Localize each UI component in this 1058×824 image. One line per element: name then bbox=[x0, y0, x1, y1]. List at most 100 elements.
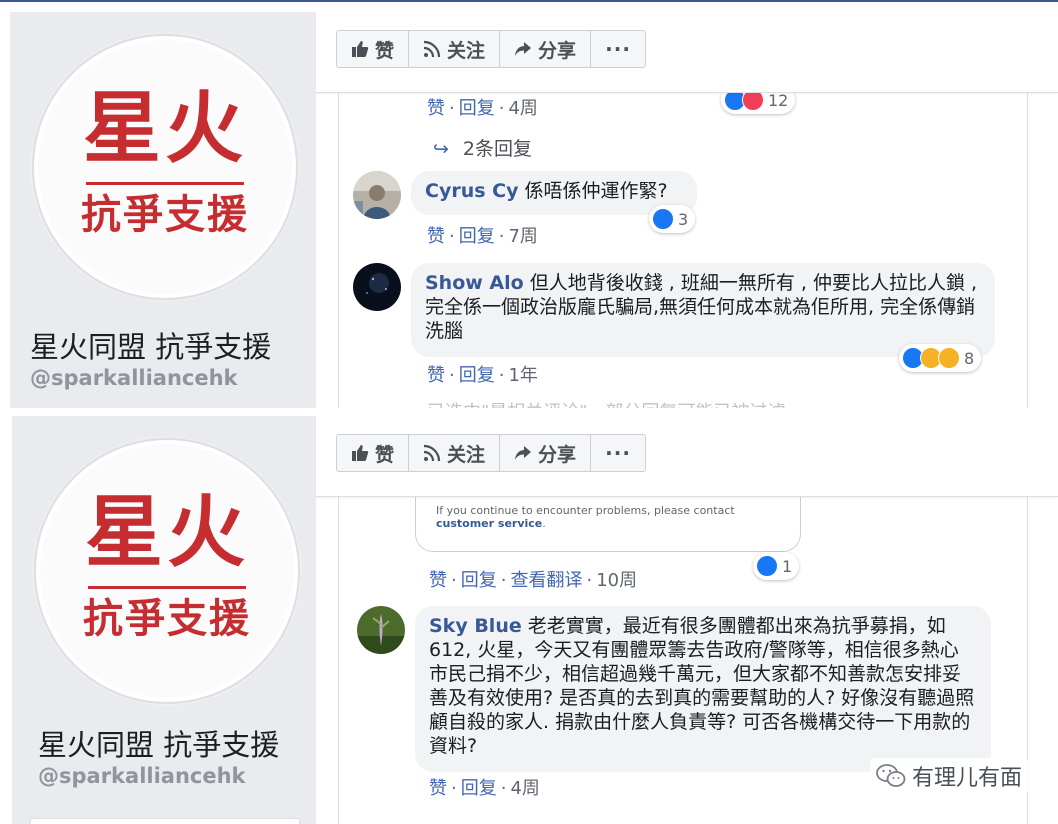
logo-line2: 抗爭支援 bbox=[81, 191, 249, 238]
wechat-icon bbox=[876, 764, 906, 787]
comment-feed: 12 赞·回复·4周 ↪2条回复 Cyrus Cy係唔係仲運作緊? bbox=[338, 92, 1028, 408]
reaction-count: 12 bbox=[768, 92, 789, 110]
reply-link[interactable]: 回复 bbox=[461, 570, 497, 591]
separator: · bbox=[500, 570, 507, 591]
page-actions: 赞 关注 分享 ··· bbox=[336, 434, 647, 472]
logo-line1: 星火 bbox=[82, 83, 247, 174]
avatar-photo bbox=[357, 606, 405, 654]
comment-time[interactable]: 1年 bbox=[508, 365, 537, 386]
separator: · bbox=[586, 570, 593, 591]
comment-text: 係唔係仲運作緊? bbox=[524, 180, 668, 202]
comment-author[interactable]: Sky Blue bbox=[429, 615, 522, 637]
wechat-watermark: 有理儿有面 bbox=[869, 758, 1028, 794]
separator: · bbox=[500, 778, 507, 799]
like-page-button[interactable]: 赞 bbox=[336, 30, 410, 68]
comment-actions: 赞 · 回复 · 1年 bbox=[427, 361, 538, 387]
commenter-avatar-sky-blue[interactable] bbox=[357, 606, 405, 654]
like-link[interactable]: 赞 bbox=[429, 778, 447, 799]
comment-author[interactable]: Cyrus Cy bbox=[425, 180, 518, 202]
avatar-photo bbox=[353, 263, 401, 311]
page-title[interactable]: 星火同盟 抗爭支援 bbox=[30, 324, 271, 366]
follow-label: 关注 bbox=[447, 443, 486, 466]
logo-line2: 抗爭支援 bbox=[83, 595, 251, 642]
logo-circle: 星火 抗爭支援 bbox=[40, 444, 294, 698]
page-profile-picture[interactable]: 星火 抗爭支援 bbox=[32, 34, 298, 300]
customer-service-link[interactable]: customer service bbox=[436, 517, 542, 530]
share-label: 分享 bbox=[538, 39, 577, 62]
reply-link[interactable]: 回复 bbox=[461, 778, 497, 799]
follow-button[interactable]: 关注 bbox=[408, 30, 501, 68]
comment-reactions[interactable]: 1 bbox=[753, 552, 800, 580]
reply-link[interactable]: 回复 bbox=[459, 226, 495, 247]
follow-button[interactable]: 关注 bbox=[408, 434, 501, 472]
share-label: 分享 bbox=[538, 443, 577, 466]
comment-author[interactable]: Show Alo bbox=[425, 272, 524, 294]
page-sidebar: 星火 抗爭支援 星火同盟 抗爭支援 @sparkalliancehk bbox=[12, 416, 318, 824]
logo-line1: 星火 bbox=[84, 487, 249, 578]
view-replies-link[interactable]: ↪ 2条回复 bbox=[433, 134, 532, 161]
sidebar-card bbox=[30, 818, 300, 824]
comment-time[interactable]: 10周 bbox=[596, 570, 637, 591]
reaction-summary[interactable]: 12 bbox=[721, 92, 796, 114]
page-title[interactable]: 星火同盟 抗爭支援 bbox=[38, 722, 279, 764]
reply-link[interactable]: 回复 bbox=[459, 365, 495, 386]
rss-icon bbox=[423, 40, 441, 58]
reaction-count: 1 bbox=[782, 556, 793, 576]
screenshot-panel-bottom: 星火 抗爭支援 星火同盟 抗爭支援 @sparkalliancehk 赞 关注 … bbox=[0, 414, 1058, 824]
like-link[interactable]: 赞 bbox=[427, 226, 445, 247]
logo-circle: 星火 抗爭支援 bbox=[38, 40, 292, 294]
like-page-button[interactable]: 赞 bbox=[336, 434, 410, 472]
like-reaction-icon bbox=[652, 208, 674, 230]
main-column: 赞 关注 分享 ··· 12 赞 · 回复 · 4周 ↪ 2条回复 Cyrus … bbox=[316, 12, 1058, 408]
separator: · bbox=[451, 778, 457, 799]
separator: · bbox=[498, 98, 505, 119]
comment-actions: 赞 · 回复 · 7周 bbox=[427, 222, 538, 248]
page-handle[interactable]: @sparkalliancehk bbox=[38, 764, 246, 788]
separator: · bbox=[449, 98, 455, 119]
logo-divider bbox=[86, 182, 244, 185]
rss-icon bbox=[423, 444, 441, 462]
like-page-label: 赞 bbox=[375, 39, 395, 62]
screenshot-panel-top: 星火 抗爭支援 星火同盟 抗爭支援 @sparkalliancehk 赞 关注 … bbox=[0, 0, 1058, 408]
separator: · bbox=[449, 226, 455, 247]
love-reaction-icon bbox=[742, 92, 764, 111]
more-options-button[interactable]: ··· bbox=[590, 434, 647, 472]
page-sidebar: 星火 抗爭支援 星火同盟 抗爭支援 @sparkalliancehk bbox=[10, 12, 316, 408]
like-link[interactable]: 赞 bbox=[427, 365, 445, 386]
see-translation-link[interactable]: 查看翻译 bbox=[510, 570, 582, 591]
avatar-photo bbox=[353, 171, 401, 219]
commenter-avatar-show-alo[interactable] bbox=[353, 263, 401, 311]
share-arrow-icon bbox=[515, 446, 532, 460]
watermark-text: 有理儿有面 bbox=[911, 766, 1022, 791]
like-link[interactable]: 赞 bbox=[427, 98, 445, 119]
error-message-end: . bbox=[542, 517, 546, 530]
separator: · bbox=[498, 226, 505, 247]
thumbs-up-icon bbox=[352, 445, 369, 461]
page-handle[interactable]: @sparkalliancehk bbox=[30, 366, 238, 390]
separator: · bbox=[451, 570, 457, 591]
comment-time[interactable]: 7周 bbox=[508, 226, 537, 247]
comment-bubble: Show Alo 但人地背後收錢 , 班細一無所有 , 仲要比人拉比人鎖 , 完全… bbox=[411, 263, 995, 357]
view-replies-label: 2条回复 bbox=[462, 138, 533, 160]
comment-time[interactable]: 4周 bbox=[510, 778, 539, 799]
follow-label: 关注 bbox=[447, 39, 486, 62]
logo-divider bbox=[88, 586, 246, 589]
commenter-avatar-cyrus[interactable] bbox=[353, 171, 401, 219]
share-button[interactable]: 分享 bbox=[499, 434, 592, 472]
page-profile-picture[interactable]: 星火 抗爭支援 bbox=[34, 438, 300, 704]
sad-reaction-icon bbox=[938, 347, 960, 369]
share-arrow-icon bbox=[515, 42, 532, 56]
comment-time[interactable]: 4周 bbox=[508, 98, 537, 119]
page-actions: 赞 关注 分享 ··· bbox=[336, 30, 647, 68]
like-link[interactable]: 赞 bbox=[429, 570, 447, 591]
comment-reactions[interactable]: 3 bbox=[649, 205, 696, 233]
comment-reactions[interactable]: 8 bbox=[899, 344, 982, 372]
reply-arrow-icon: ↪ bbox=[433, 138, 449, 160]
share-button[interactable]: 分享 bbox=[499, 30, 592, 68]
thumbs-up-icon bbox=[352, 41, 369, 57]
more-options-button[interactable]: ··· bbox=[590, 30, 647, 68]
like-page-label: 赞 bbox=[375, 443, 395, 466]
separator: · bbox=[498, 365, 505, 386]
reply-link[interactable]: 回复 bbox=[459, 98, 495, 119]
error-message: If you continue to encounter problems, p… bbox=[436, 504, 735, 517]
